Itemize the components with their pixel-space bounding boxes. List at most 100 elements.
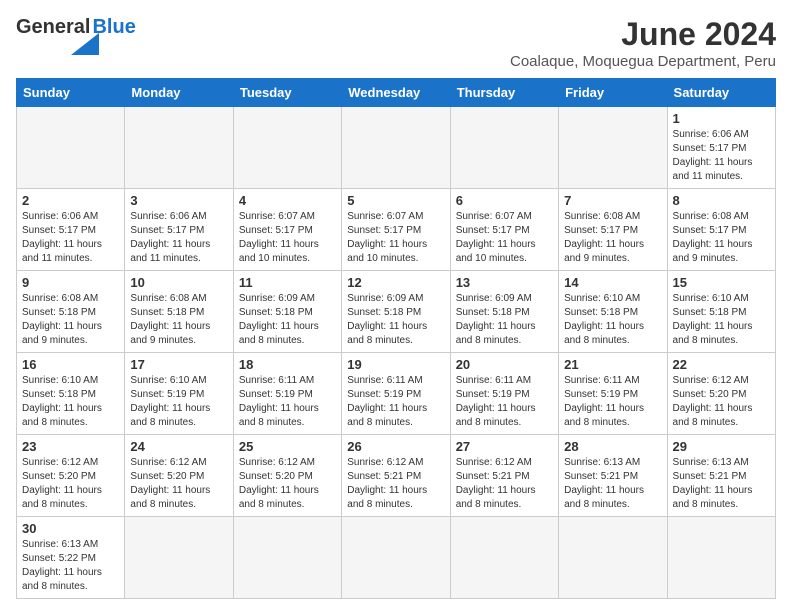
- daylight-text: Daylight: 11 hours and 8 minutes.: [456, 321, 536, 346]
- calendar-day-cell: 30Sunrise: 6:13 AMSunset: 5:22 PMDayligh…: [17, 517, 125, 599]
- sunset-text: Sunset: 5:18 PM: [22, 389, 96, 400]
- day-info: Sunrise: 6:10 AM Sunset: 5:18 PM Daylight:…: [22, 374, 119, 430]
- day-number: 15: [673, 275, 770, 290]
- day-number: 27: [456, 439, 553, 454]
- calendar-title: June 2024: [510, 16, 776, 53]
- calendar-day-cell: [559, 517, 667, 599]
- calendar-day-cell: 28Sunrise: 6:13 AMSunset: 5:21 PMDayligh…: [559, 435, 667, 517]
- calendar-header-tuesday: Tuesday: [233, 79, 341, 107]
- day-info: Sunrise: 6:09 AMSunset: 5:18 PMDaylight:…: [456, 292, 553, 348]
- sunrise-text: Sunrise: 6:11 AM: [239, 375, 314, 386]
- sunrise-text: Sunrise: 6:09 AM: [347, 293, 423, 304]
- calendar-day-cell: 15Sunrise: 6:10 AMSunset: 5:18 PMDayligh…: [667, 271, 775, 353]
- day-info: Sunrise: 6:12 AMSunset: 5:21 PMDaylight:…: [347, 456, 444, 512]
- daylight-text: Daylight: 11 hours and 8 minutes.: [22, 403, 102, 428]
- daylight-text: Daylight: 11 hours and 8 minutes.: [347, 485, 427, 510]
- calendar-day-cell: 6 Sunrise: 6:07 AMSunset: 5:17 PMDaylight…: [450, 189, 558, 271]
- calendar-subtitle: Coalaque, Moquegua Department, Peru: [510, 53, 776, 70]
- day-info: Sunrise: 6:11 AMSunset: 5:19 PMDaylight:…: [239, 374, 336, 430]
- day-info: Sunrise: 6:10 AMSunset: 5:19 PMDaylight:…: [130, 374, 227, 430]
- daylight-text: Daylight: 11 hours and 9 minutes.: [130, 321, 210, 346]
- title-area: June 2024 Coalaque, Moquegua Department,…: [510, 16, 776, 70]
- sunset-text: Sunset: 5:17 PM: [22, 225, 96, 236]
- day-number: 8: [673, 193, 770, 208]
- sunrise-text: Sunrise: 6:13 AM: [564, 457, 640, 468]
- day-number: 12: [347, 275, 444, 290]
- sunset-text: Sunset: 5:18 PM: [130, 307, 204, 318]
- day-number: 26: [347, 439, 444, 454]
- sunrise-text: Sunrise: 6:12 AM: [130, 457, 206, 468]
- calendar-week-row: 16Sunrise: 6:10 AMSunset: 5:18 PMDayligh…: [17, 353, 776, 435]
- daylight-text: Daylight: 11 hours and 8 minutes.: [673, 403, 753, 428]
- day-info: Sunrise: 6:13 AMSunset: 5:21 PMDaylight:…: [673, 456, 770, 512]
- day-number: 5: [347, 193, 444, 208]
- calendar-day-cell: 17 Sunrise: 6:10 AMSunset: 5:19 PMDayligh…: [125, 353, 233, 435]
- sunrise-text: Sunrise: 6:07 AM: [239, 211, 315, 222]
- sunset-text: Sunset: 5:18 PM: [564, 307, 638, 318]
- calendar-day-cell: 26 Sunrise: 6:12 AMSunset: 5:21 PMDayligh…: [342, 435, 450, 517]
- calendar-day-cell: [125, 107, 233, 189]
- day-number: 21: [564, 357, 661, 372]
- day-number: 4: [239, 193, 336, 208]
- sunset-text: Sunset: 5:21 PM: [564, 471, 638, 482]
- calendar-day-cell: [17, 107, 125, 189]
- daylight-text: Daylight: 11 hours and 8 minutes.: [564, 321, 644, 346]
- sunrise-text: Sunrise: 6:09 AM: [239, 293, 315, 304]
- calendar-day-cell: 20Sunrise: 6:11 AMSunset: 5:19 PMDayligh…: [450, 353, 558, 435]
- day-info: Sunrise: 6:12 AMSunset: 5:21 PMDaylight:…: [456, 456, 553, 512]
- sunrise-text: Sunrise: 6:08 AM: [130, 293, 206, 304]
- day-info: Sunrise: 6:07 AMSunset: 5:17 PMDaylight:…: [456, 210, 553, 266]
- calendar-day-cell: [559, 107, 667, 189]
- sunset-text: Sunset: 5:19 PM: [130, 389, 204, 400]
- calendar-day-cell: 12Sunrise: 6:09 AMSunset: 5:18 PMDayligh…: [342, 271, 450, 353]
- day-number: 23: [22, 439, 119, 454]
- day-info: Sunrise: 6:12 AMSunset: 5:20 PMDaylight:…: [673, 374, 770, 430]
- calendar-day-cell: [125, 517, 233, 599]
- calendar-week-row: 9Sunrise: 6:08 AMSunset: 5:18 PMDaylight…: [17, 271, 776, 353]
- day-number: 30: [22, 521, 119, 536]
- day-number: 1: [673, 111, 770, 126]
- calendar-header-sunday: Sunday: [17, 79, 125, 107]
- calendar-day-cell: 4 Sunrise: 6:07 AMSunset: 5:17 PMDaylight…: [233, 189, 341, 271]
- day-number: 18: [239, 357, 336, 372]
- day-info: Sunrise: 6:12 AMSunset: 5:20 PMDaylight:…: [22, 456, 119, 512]
- sunrise-text: Sunrise: 6:13 AM: [22, 539, 98, 550]
- day-number: 11: [239, 275, 336, 290]
- day-info: Sunrise: 6:07 AMSunset: 5:17 PMDaylight:…: [239, 210, 336, 266]
- sunrise-text: Sunrise: 6:10 AM: [22, 375, 98, 386]
- sunrise-text: Sunrise: 6:10 AM: [564, 293, 640, 304]
- daylight-text: Daylight: 11 hours and 9 minutes.: [22, 321, 102, 346]
- day-number: 17: [130, 357, 227, 372]
- day-number: 28: [564, 439, 661, 454]
- daylight-text: Daylight: 11 hours and 8 minutes.: [673, 485, 753, 510]
- daylight-text: Daylight: 11 hours and 8 minutes.: [22, 485, 102, 510]
- calendar-day-cell: 25Sunrise: 6:12 AMSunset: 5:20 PMDayligh…: [233, 435, 341, 517]
- daylight-text: Daylight: 11 hours and 9 minutes.: [673, 239, 753, 264]
- calendar-day-cell: 18 Sunrise: 6:11 AMSunset: 5:19 PMDayligh…: [233, 353, 341, 435]
- sunset-text: Sunset: 5:18 PM: [22, 307, 96, 318]
- day-info: Sunrise: 6:08 AMSunset: 5:17 PMDaylight:…: [564, 210, 661, 266]
- daylight-text: Daylight: 11 hours and 8 minutes.: [239, 321, 319, 346]
- sunrise-text: Sunrise: 6:11 AM: [564, 375, 639, 386]
- sunset-text: Sunset: 5:17 PM: [673, 225, 747, 236]
- calendar-day-cell: 10Sunrise: 6:08 AMSunset: 5:18 PMDayligh…: [125, 271, 233, 353]
- calendar-day-cell: 27 Sunrise: 6:12 AMSunset: 5:21 PMDayligh…: [450, 435, 558, 517]
- calendar-week-row: 2Sunrise: 6:06 AMSunset: 5:17 PMDaylight…: [17, 189, 776, 271]
- sunrise-text: Sunrise: 6:07 AM: [456, 211, 532, 222]
- calendar-day-cell: 8Sunrise: 6:08 AMSunset: 5:17 PMDaylight…: [667, 189, 775, 271]
- sunrise-text: Sunrise: 6:09 AM: [456, 293, 532, 304]
- calendar-day-cell: 3Sunrise: 6:06 AMSunset: 5:17 PMDaylight…: [125, 189, 233, 271]
- sunset-text: Sunset: 5:17 PM: [564, 225, 638, 236]
- sunset-text: Sunset: 5:20 PM: [673, 389, 747, 400]
- sunrise-text: Sunrise: 6:06 AM: [130, 211, 206, 222]
- daylight-text: Daylight: 11 hours and 8 minutes.: [239, 403, 319, 428]
- day-number: 6: [456, 193, 553, 208]
- sunset-text: Sunset: 5:19 PM: [456, 389, 530, 400]
- sunrise-text: Sunrise: 6:08 AM: [22, 293, 98, 304]
- sunset-text: Sunset: 5:17 PM: [347, 225, 421, 236]
- calendar-week-row: 30Sunrise: 6:13 AMSunset: 5:22 PMDayligh…: [17, 517, 776, 599]
- page-header: GeneralBlue June 2024 Coalaque, Moquegua…: [16, 16, 776, 70]
- calendar-day-cell: [450, 107, 558, 189]
- sunrise-text: Sunrise: 6:10 AM: [673, 293, 749, 304]
- sunrise-text: Sunrise: 6:12 AM: [347, 457, 423, 468]
